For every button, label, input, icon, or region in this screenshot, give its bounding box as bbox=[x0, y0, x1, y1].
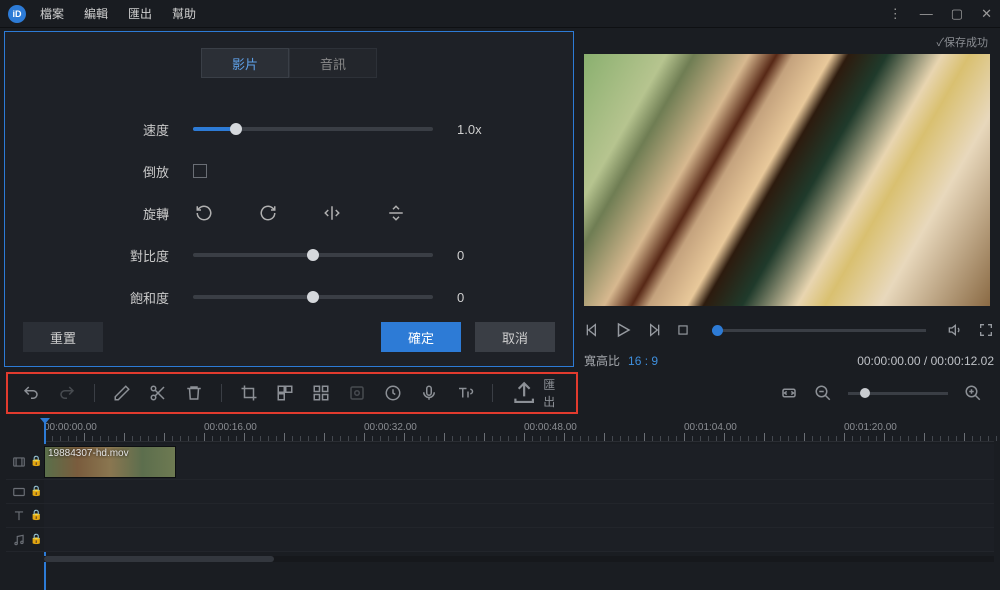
text-to-speech-icon[interactable] bbox=[456, 384, 474, 402]
rotate-ccw-icon[interactable] bbox=[195, 204, 213, 222]
aspect-value[interactable]: 16 : 9 bbox=[628, 354, 658, 368]
playback-progress[interactable] bbox=[712, 329, 926, 332]
ruler-mark: 00:01:04.00 bbox=[684, 422, 737, 433]
video-clip[interactable]: 19884307-hd.mov bbox=[44, 446, 176, 478]
crop-icon[interactable] bbox=[240, 384, 258, 402]
maximize-icon[interactable]: ▢ bbox=[951, 6, 963, 22]
speed-slider[interactable] bbox=[193, 127, 433, 131]
menu-file[interactable]: 檔案 bbox=[40, 5, 64, 22]
ok-button[interactable]: 確定 bbox=[381, 322, 461, 352]
minimize-icon[interactable]: — bbox=[920, 6, 933, 21]
ruler-mark: 00:00:32.00 bbox=[364, 422, 417, 433]
contrast-value: 0 bbox=[457, 248, 464, 263]
timeline-scrollbar[interactable] bbox=[44, 556, 994, 562]
edit-toolbar: 匯出 bbox=[6, 372, 578, 414]
clip-label: 19884307-hd.mov bbox=[48, 448, 129, 459]
ruler-mark: 00:00:48.00 bbox=[524, 422, 577, 433]
export-button[interactable]: 匯出 bbox=[511, 376, 557, 410]
cancel-button[interactable]: 取消 bbox=[475, 322, 555, 352]
contrast-label: 對比度 bbox=[115, 246, 169, 265]
freeze-icon[interactable] bbox=[348, 384, 366, 402]
ruler-mark: 00:01:20.00 bbox=[844, 422, 897, 433]
zoom-slider[interactable] bbox=[848, 392, 948, 395]
audio-track[interactable]: 🔒 bbox=[6, 528, 994, 552]
fullscreen-icon[interactable] bbox=[978, 322, 994, 338]
audio-track-icon bbox=[12, 533, 26, 547]
zoom-in-icon[interactable] bbox=[964, 384, 982, 402]
delete-icon[interactable] bbox=[185, 384, 203, 402]
tab-audio[interactable]: 音訊 bbox=[289, 48, 377, 78]
ruler-mark: 00:00:00.00 bbox=[44, 422, 97, 433]
grid-icon[interactable] bbox=[312, 384, 330, 402]
edit-icon[interactable] bbox=[113, 384, 131, 402]
reverse-label: 倒放 bbox=[115, 162, 169, 181]
menu-export[interactable]: 匯出 bbox=[128, 5, 152, 22]
reset-button[interactable]: 重置 bbox=[23, 322, 103, 352]
lock-icon[interactable]: 🔒 bbox=[30, 510, 42, 521]
aspect-label: 寬高比 bbox=[584, 352, 620, 369]
undo-icon[interactable] bbox=[22, 384, 40, 402]
cut-icon[interactable] bbox=[149, 384, 167, 402]
redo-icon[interactable] bbox=[58, 384, 76, 402]
speed-label: 速度 bbox=[115, 120, 169, 139]
speed-value: 1.0x bbox=[457, 122, 482, 137]
export-label: 匯出 bbox=[543, 376, 557, 410]
lock-icon[interactable]: 🔒 bbox=[30, 534, 42, 545]
video-track[interactable]: 🔒 19884307-hd.mov bbox=[6, 444, 994, 480]
overlay-track-icon bbox=[12, 485, 26, 499]
mosaic-icon[interactable] bbox=[276, 384, 294, 402]
flip-horizontal-icon[interactable] bbox=[323, 204, 341, 222]
close-icon[interactable]: ✕ bbox=[981, 6, 992, 22]
voiceover-icon[interactable] bbox=[420, 384, 438, 402]
text-track[interactable]: 🔒 bbox=[6, 504, 994, 528]
zoom-out-icon[interactable] bbox=[814, 384, 832, 402]
rotate-label: 旋轉 bbox=[115, 204, 169, 223]
overlay-track[interactable]: 🔒 bbox=[6, 480, 994, 504]
next-frame-icon[interactable] bbox=[646, 322, 662, 338]
time-display: 00:00:00.00 / 00:00:12.02 bbox=[857, 354, 994, 368]
stop-icon[interactable] bbox=[676, 323, 690, 337]
video-track-icon bbox=[12, 455, 26, 469]
properties-panel: 影片 音訊 速度 1.0x 倒放 旋轉 bbox=[4, 31, 574, 367]
volume-icon[interactable] bbox=[948, 322, 964, 338]
ruler-mark: 00:00:16.00 bbox=[204, 422, 257, 433]
fit-icon[interactable] bbox=[780, 384, 798, 402]
reverse-checkbox[interactable] bbox=[193, 164, 207, 178]
timeline-ruler[interactable]: 00:00:00.00 00:00:16.00 00:00:32.00 00:0… bbox=[44, 420, 994, 442]
lock-icon[interactable]: 🔒 bbox=[30, 486, 42, 497]
rotate-cw-icon[interactable] bbox=[259, 204, 277, 222]
saturation-slider[interactable] bbox=[193, 295, 433, 299]
saturation-label: 飽和度 bbox=[115, 288, 169, 307]
saturation-value: 0 bbox=[457, 290, 464, 305]
duration-icon[interactable] bbox=[384, 384, 402, 402]
contrast-slider[interactable] bbox=[193, 253, 433, 257]
menu-help[interactable]: 幫助 bbox=[172, 5, 196, 22]
app-logo: iD bbox=[8, 5, 26, 23]
flip-vertical-icon[interactable] bbox=[387, 204, 405, 222]
text-track-icon bbox=[12, 509, 26, 523]
play-icon[interactable] bbox=[614, 321, 632, 339]
save-status: ✓保存成功 bbox=[936, 34, 988, 50]
video-preview bbox=[584, 54, 990, 306]
lock-icon[interactable]: 🔒 bbox=[30, 456, 42, 467]
prev-frame-icon[interactable] bbox=[584, 322, 600, 338]
menu-edit[interactable]: 編輯 bbox=[84, 5, 108, 22]
more-icon[interactable]: ⋮ bbox=[889, 6, 902, 22]
tab-video[interactable]: 影片 bbox=[201, 48, 289, 78]
